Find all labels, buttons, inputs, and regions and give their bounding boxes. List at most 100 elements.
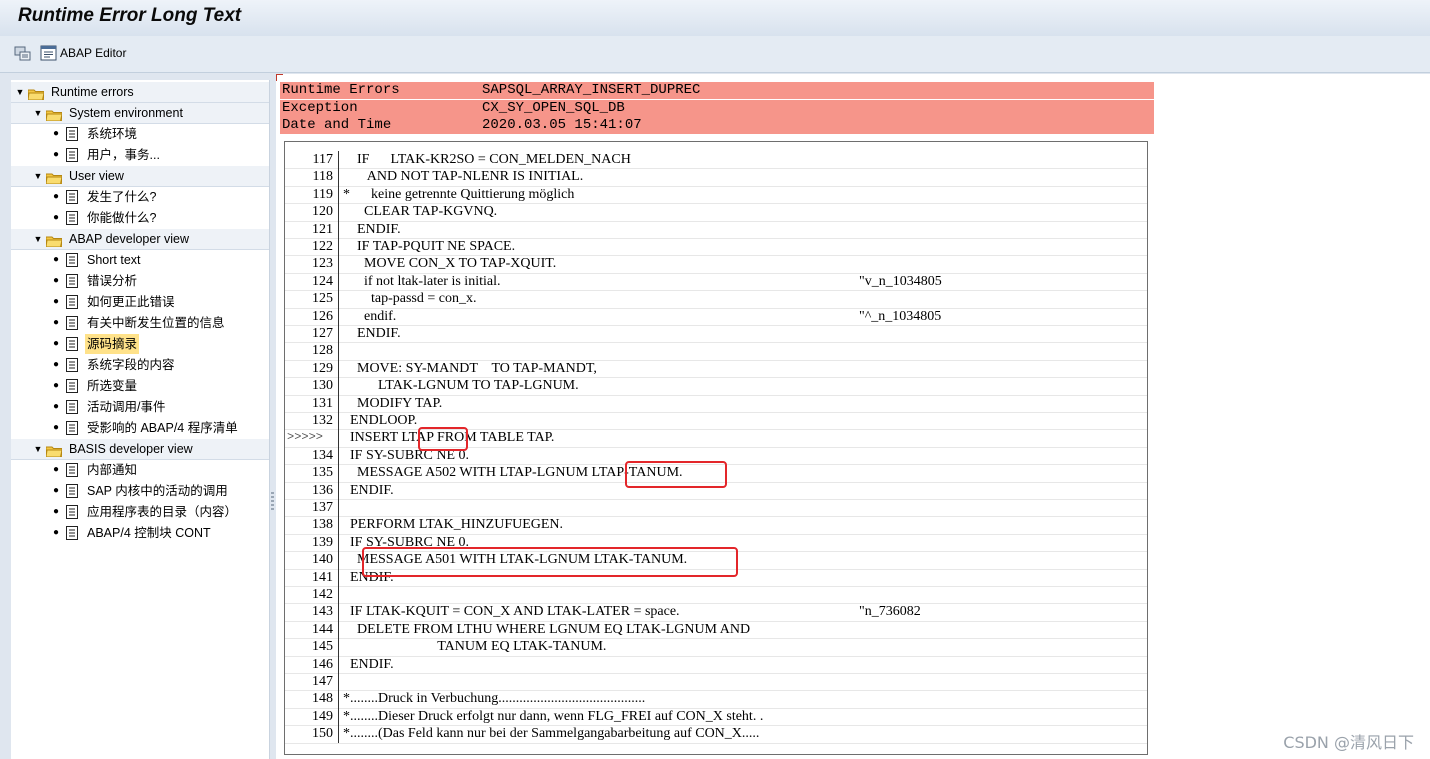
tree-item[interactable]: ● 系统字段的内容 [11,355,269,375]
tree-item[interactable]: ● 发生了什么? [11,187,269,207]
tree-item[interactable]: ● Short text [11,250,269,270]
tree-item[interactable]: ● 有关中断发生位置的信息 [11,313,269,333]
code-text: PERFORM LTAK_HINZUFUEGEN. [343,517,564,533]
splitter-grip-icon[interactable] [271,492,274,510]
gutter-divider [338,203,339,221]
bullet-icon: ● [53,317,60,328]
header-key: Runtime Errors [282,82,400,98]
line-number: 137 [312,500,333,515]
bullet-icon: ● [53,191,60,202]
abap-editor-button[interactable]: ABAP Editor [60,46,126,60]
document-icon [66,190,78,204]
gutter-divider [338,272,339,291]
line-number: 131 [312,395,333,411]
tree-folder-3[interactable]: ▼ ABAP developer view [11,229,269,250]
tree-item[interactable]: ● 受影响的 ABAP/4 程序清单 [11,418,269,438]
tree-item[interactable]: ● 用户，事务... [11,145,269,165]
document-icon [66,526,78,540]
line-number: 139 [312,534,333,550]
gutter-divider [338,359,339,378]
line-number: 141 [312,569,333,585]
tree-folder-label: User view [69,169,124,183]
tree-folder-1[interactable]: ▼ System environment [11,103,269,124]
tree-item-label: SAP 内核中的活动的调用 [87,484,228,498]
tree-folder-0[interactable]: ▼ Runtime errors [11,82,269,103]
title-bar: Runtime Error Long Text [0,0,1430,37]
code-line: 128 [285,342,1147,361]
error-header-row: Runtime Errors SAPSQL_ARRAY_INSERT_DUPREC [280,82,1154,99]
tree-folder-label: BASIS developer view [69,442,193,456]
tree-item[interactable]: ● 源码摘录 [11,334,269,354]
code-comment: "^_n_1034805 [859,308,942,324]
tree-item[interactable]: ● 活动调用/事件 [11,397,269,417]
display-structure-icon[interactable] [14,44,32,62]
gutter-divider [338,620,339,639]
folder-icon [45,233,63,248]
line-number: 117 [312,152,333,167]
highlight-message-a501 [362,547,738,577]
expand-toggle-icon[interactable]: ▼ [33,166,43,186]
code-line: 121 ENDIF. [285,220,1147,239]
tree-item[interactable]: ● 内部通知 [11,460,269,480]
expand-toggle-icon[interactable]: ▼ [15,82,25,102]
line-number: 148 [312,691,333,707]
gutter-divider [338,290,339,308]
tree-item[interactable]: ● 系统环境 [11,124,269,144]
folder-icon [45,443,63,458]
document-icon [66,421,78,435]
tree-folder-4[interactable]: ▼ BASIS developer view [11,439,269,460]
line-number: 143 [312,604,333,620]
bullet-icon: ● [53,254,60,265]
code-line: 132 ENDLOOP. [285,412,1147,431]
document-icon [66,148,78,162]
gutter-divider [338,412,339,430]
code-line: 118 AND NOT TAP-NLENR IS INITIAL. [285,168,1147,187]
folder-icon [45,107,63,122]
code-text: ENDIF. [343,656,394,672]
bullet-icon: ● [53,401,60,412]
line-number: 119 [312,186,333,202]
tree-item-label: Short text [87,253,141,267]
code-text: IF TAP-PQUIT NE SPACE. [343,239,516,254]
window-title: Runtime Error Long Text [18,5,242,26]
tree-item[interactable]: ● 你能做什么? [11,208,269,228]
bullet-icon: ● [53,464,60,475]
gutter-divider [338,446,339,465]
tree-item-label: 所选变量 [87,379,138,393]
tree-folder-2[interactable]: ▼ User view [11,166,269,187]
tree-item[interactable]: ● ABAP/4 控制块 CONT [11,523,269,543]
gutter-divider [338,481,339,499]
code-line: 149 *........Dieser Druck erfolgt nur dan… [285,707,1147,727]
document-icon [66,316,78,330]
tree-item[interactable]: ● 所选变量 [11,376,269,396]
document-icon [66,400,78,414]
bullet-icon: ● [53,338,60,349]
gutter-divider [338,499,339,517]
gutter-divider [338,516,339,534]
code-line: 117 IF LTAK-KR2SO = CON_MELDEN_NACH [285,151,1147,170]
expand-toggle-icon[interactable]: ▼ [33,103,43,123]
long-text-content: Runtime Errors SAPSQL_ARRAY_INSERT_DUPREC… [276,74,1430,759]
expand-toggle-icon[interactable]: ▼ [33,229,43,249]
line-number: 142 [312,587,333,602]
line-number: 135 [312,465,333,481]
gutter-divider [338,655,339,673]
tree-item[interactable]: ● 应用程序表的目录（内容） [11,502,269,522]
expand-toggle-icon[interactable]: ▼ [33,439,43,459]
tree-item[interactable]: ● 错误分析 [11,271,269,291]
header-value: SAPSQL_ARRAY_INSERT_DUPREC [482,82,701,98]
document-icon [66,505,78,519]
line-number: 126 [312,308,333,324]
source-code-excerpt[interactable]: 117 IF LTAK-KR2SO = CON_MELDEN_NACH 118 A… [284,141,1148,755]
code-text: LTAK-LGNUM TO TAP-LGNUM. [343,378,579,394]
gutter-divider [338,325,339,343]
gutter-divider [338,220,339,238]
tree-item[interactable]: ● SAP 内核中的活动的调用 [11,481,269,501]
header-key: Exception [282,99,358,116]
code-line: 148 *........Druck in Verbuchung.........… [285,690,1147,709]
code-text: MODIFY TAP. [343,395,443,411]
document-icon [66,337,78,351]
bullet-icon: ● [53,275,60,286]
abap-editor-icon[interactable] [40,44,58,62]
tree-item[interactable]: ● 如何更正此错误 [11,292,269,312]
